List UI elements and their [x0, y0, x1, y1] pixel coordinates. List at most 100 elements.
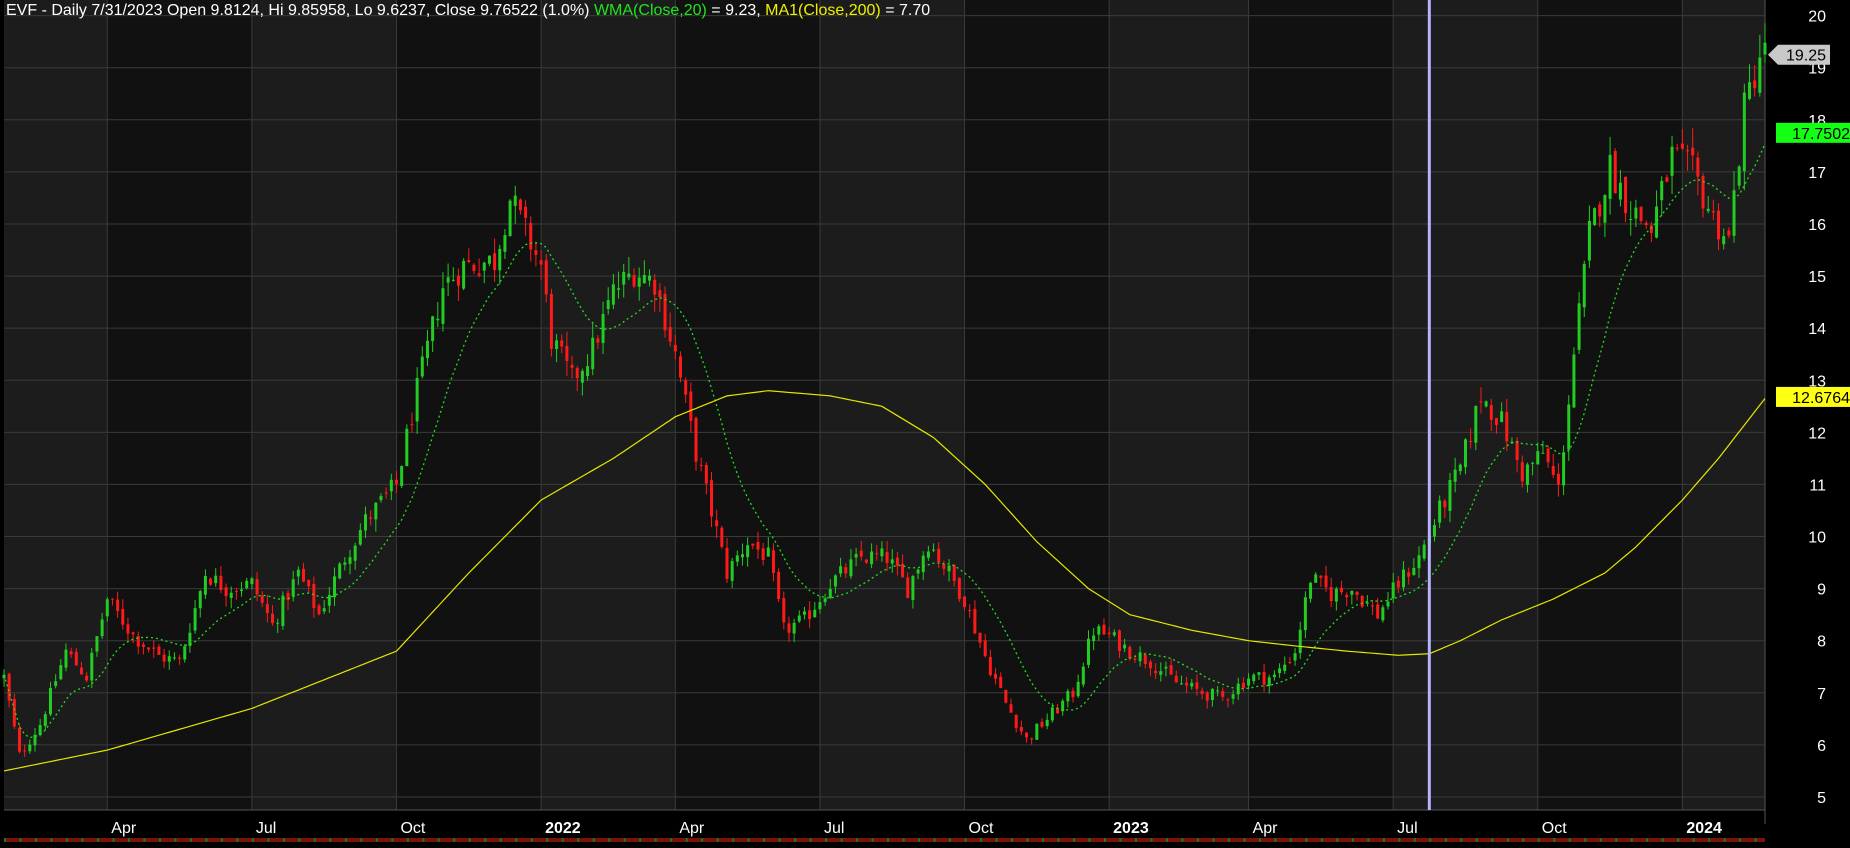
candle-body: [1278, 668, 1282, 674]
candle-body: [95, 636, 99, 652]
candle-body: [1706, 208, 1710, 212]
candle-body: [1200, 690, 1204, 695]
candle-body: [333, 576, 337, 598]
x-tick-label: Apr: [111, 820, 137, 837]
candle-body: [389, 479, 393, 492]
candle-body: [384, 492, 388, 494]
x-tick-label: Oct: [1542, 820, 1567, 837]
candle-body: [679, 356, 683, 378]
candle-body: [48, 688, 52, 715]
volume-strip-tick: [1537, 838, 1540, 842]
volume-strip-tick: [1677, 838, 1680, 842]
volume-strip-tick: [1475, 838, 1478, 842]
candle-body: [1572, 354, 1576, 408]
volume-strip-tick: [794, 838, 797, 842]
candle-body: [1655, 206, 1659, 238]
candle-body: [885, 552, 889, 563]
candle-body: [43, 714, 47, 727]
candle-body: [147, 647, 151, 650]
volume-strip-tick: [1258, 838, 1261, 842]
price-tag: 19.25: [1768, 44, 1830, 65]
header-ma-value: = 7.70: [880, 2, 931, 19]
volume-strip-tick: [732, 838, 735, 842]
candle-body: [260, 595, 264, 603]
volume-strip-tick: [778, 838, 781, 842]
volume-strip-tick: [1336, 838, 1339, 842]
candle-body: [518, 199, 522, 211]
candle-body: [1071, 690, 1075, 698]
candle-body: [1205, 692, 1209, 701]
volume-strip-tick: [267, 838, 270, 842]
volume-strip-tick: [189, 838, 192, 842]
candle-body: [415, 377, 419, 422]
x-tick-label: Jul: [1397, 820, 1417, 837]
volume-strip-tick: [65, 838, 68, 842]
candle-body: [720, 527, 724, 547]
candle-body: [1649, 225, 1653, 233]
header-wma-label: WMA(Close,20): [593, 2, 707, 19]
volume-strip-tick: [949, 838, 952, 842]
candle-body: [1123, 644, 1127, 649]
candle-body: [1365, 602, 1369, 604]
volume-strip-tick: [763, 838, 766, 842]
candle-body: [255, 579, 259, 595]
candle-body: [172, 657, 176, 659]
candle-body: [1711, 210, 1715, 213]
candle-body: [735, 555, 739, 562]
price-tag-label: 19.25: [1786, 48, 1826, 65]
volume-strip-tick: [1072, 838, 1075, 842]
candle-body: [875, 553, 879, 555]
volume-strip-tick: [360, 838, 363, 842]
candle-body: [1458, 464, 1462, 472]
candle-body: [1050, 707, 1054, 721]
candle-body: [709, 480, 713, 517]
candle-body: [436, 318, 440, 321]
candle-body: [658, 290, 662, 297]
candle-body: [17, 727, 21, 752]
volume-strip-tick: [19, 838, 22, 842]
candle-body: [441, 288, 445, 324]
candle-body: [777, 571, 781, 600]
candle-body: [1525, 464, 1529, 485]
candle-body: [1040, 721, 1044, 727]
volume-strip-tick: [1723, 838, 1726, 842]
candle-body: [152, 647, 156, 649]
candle-body: [1541, 452, 1545, 454]
candle-body: [1551, 466, 1555, 475]
candle-body: [937, 548, 941, 563]
candle-body: [1618, 182, 1622, 200]
volume-strip-tick: [127, 838, 130, 842]
candle-body: [1531, 462, 1535, 464]
candle-body: [1272, 674, 1276, 678]
y-tick-label: 7: [1817, 686, 1826, 703]
candle-body: [694, 417, 698, 462]
candle-body: [1030, 738, 1034, 740]
candle-body: [926, 551, 930, 558]
volume-strip-tick: [1088, 838, 1091, 842]
candle-body: [771, 550, 775, 573]
volume-strip-tick: [1305, 838, 1308, 842]
volume-strip-tick: [1460, 838, 1463, 842]
candle-body: [1092, 635, 1096, 642]
x-tick-label: Apr: [679, 820, 705, 837]
candle-body: [591, 337, 595, 370]
candle-body: [1334, 588, 1338, 602]
volume-strip-tick: [499, 838, 502, 842]
candle-body: [1009, 704, 1013, 713]
price-chart[interactable]: 567891011121314151617181920Apr Jul Oct 2022…: [0, 0, 1850, 843]
volume-strip-tick: [174, 838, 177, 842]
volume-strip-tick: [1661, 838, 1664, 842]
candle-body: [1675, 147, 1679, 149]
candle-body: [405, 428, 409, 467]
volume-strip-tick: [205, 838, 208, 842]
volume-strip-tick: [1367, 838, 1370, 842]
candle-body: [410, 424, 414, 426]
candle-body: [250, 578, 254, 585]
volume-strip-tick: [670, 838, 673, 842]
volume-strip-tick: [1227, 838, 1230, 842]
candle-body: [859, 550, 863, 557]
y-tick-label: 14: [1808, 321, 1826, 338]
candle-body: [1582, 263, 1586, 308]
candle-body: [823, 598, 827, 602]
candle-body: [116, 599, 120, 611]
